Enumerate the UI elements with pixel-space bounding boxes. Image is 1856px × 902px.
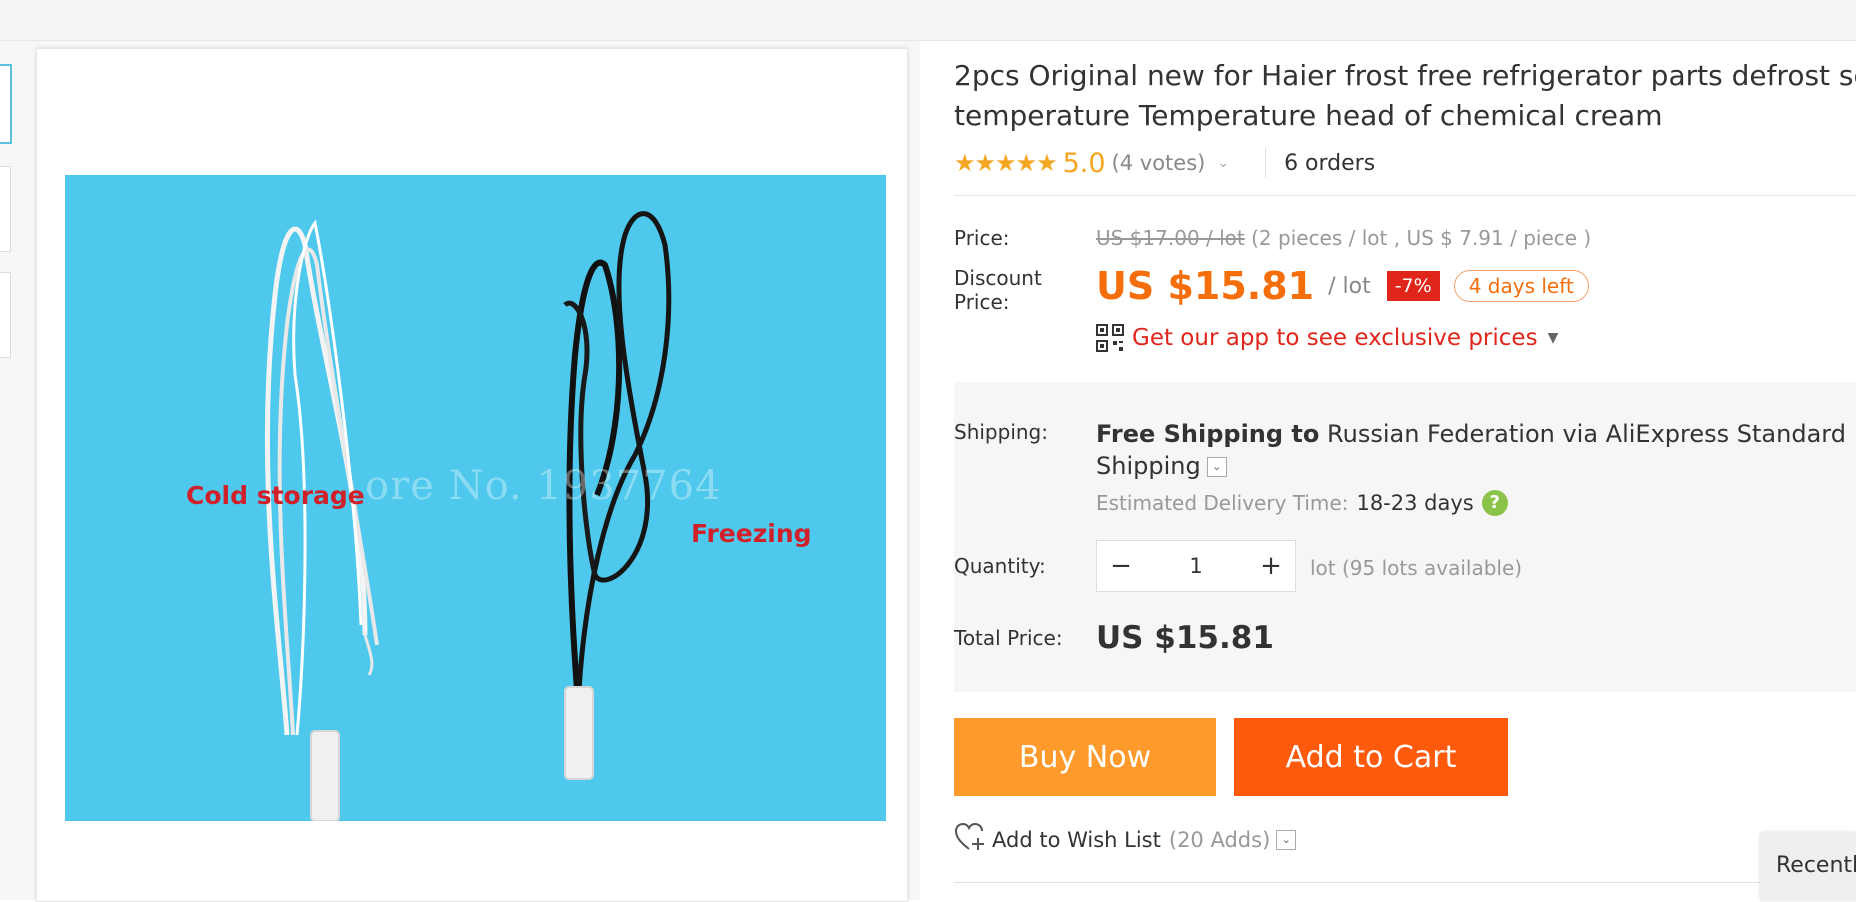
label-freezing: Freezing — [691, 519, 812, 548]
price-label: Price: — [954, 226, 1010, 250]
divider — [954, 195, 1856, 196]
quantity-stepper: − 1 + — [1096, 540, 1296, 592]
quantity-availability: lot (95 lots available) — [1310, 556, 1523, 580]
title-line-2: temperature Temperature head of chemical… — [954, 99, 1663, 132]
total-price-label: Total Price: — [954, 626, 1063, 650]
original-price: US $17.00 / lot (2 pieces / lot , US $ 7… — [1096, 226, 1591, 250]
star-rating-icon: ★★★★★ — [954, 149, 1058, 177]
help-icon[interactable]: ? — [1481, 490, 1508, 516]
estimated-delivery: Estimated Delivery Time: 18-23 days ? — [1096, 490, 1508, 516]
discount-price-label: Discount Price: — [954, 266, 1042, 314]
votes-link[interactable]: (4 votes) — [1112, 151, 1206, 175]
app-promo[interactable]: Get our app to see exclusive prices ▼ — [1096, 324, 1558, 352]
shipping-info: Free Shipping to Russian Federation via … — [1096, 418, 1856, 482]
quantity-plus-button[interactable]: + — [1247, 551, 1295, 581]
wish-adds-count: (20 Adds) — [1168, 827, 1271, 852]
discount-label-line-2: Price: — [954, 290, 1010, 314]
free-shipping-text: Free Shipping to — [1096, 420, 1320, 448]
qr-code-icon — [1096, 324, 1124, 352]
buy-now-button[interactable]: Buy Now — [954, 718, 1216, 796]
caret-down-icon[interactable]: ▼ — [1548, 330, 1559, 346]
product-info-panel: 2pcs Original new for Haier frost free r… — [954, 0, 1856, 900]
shipping-dropdown-icon[interactable]: ⌄ — [1206, 457, 1227, 477]
quantity-minus-button[interactable]: − — [1097, 551, 1145, 581]
discount-price-row: US $15.81 / lot -7% 4 days left — [1096, 264, 1589, 308]
divider — [1265, 148, 1267, 178]
title-line-1: 2pcs Original new for Haier frost free r… — [954, 59, 1856, 92]
total-price: US $15.81 — [1096, 620, 1274, 656]
photo-watermark: ore No. 1937764 — [365, 463, 722, 509]
main-image-card: ore No. 1937764 Cold storage Freezing — [36, 48, 908, 902]
original-price-value: US $17.00 / lot — [1096, 226, 1245, 250]
chevron-down-icon[interactable]: ⌄ — [1217, 155, 1229, 171]
wish-list-link[interactable]: Add to Wish List — [992, 828, 1161, 852]
estimated-delivery-days: 18-23 days — [1356, 491, 1474, 515]
heart-plus-icon[interactable] — [954, 822, 986, 857]
wish-list-row[interactable]: Add to Wish List (20 Adds) ⌄ — [954, 822, 1297, 857]
recently-viewed-tab[interactable]: Recently Viewed — [1760, 832, 1856, 900]
app-promo-text[interactable]: Get our app to see exclusive prices — [1132, 325, 1538, 351]
quantity-label: Quantity: — [954, 554, 1046, 578]
thumbnail-1[interactable] — [0, 64, 12, 144]
discount-badge: -7% — [1386, 271, 1440, 301]
original-price-detail: (2 pieces / lot , US $ 7.91 / piece ) — [1244, 226, 1592, 250]
shipping-label: Shipping: — [954, 420, 1048, 444]
thumbnail-3[interactable] — [0, 272, 11, 358]
divider — [954, 882, 1856, 883]
quantity-input[interactable]: 1 — [1145, 554, 1247, 578]
product-photo[interactable]: ore No. 1937764 Cold storage Freezing — [65, 175, 886, 821]
label-cold-storage: Cold storage — [186, 481, 365, 510]
discount-label-line-1: Discount — [954, 266, 1042, 290]
product-title: 2pcs Original new for Haier frost free r… — [954, 56, 1856, 136]
price-unit: / lot — [1328, 273, 1371, 299]
estimated-delivery-label: Estimated Delivery Time: — [1096, 491, 1349, 515]
discount-price: US $15.81 — [1096, 264, 1315, 308]
rating-row: ★★★★★ 5.0 (4 votes) ⌄ 6 orders — [954, 143, 1375, 183]
orders-count: 6 orders — [1284, 150, 1376, 176]
add-to-cart-button[interactable]: Add to Cart — [1234, 718, 1508, 796]
rating-score: 5.0 — [1062, 147, 1106, 179]
wish-dropdown-icon[interactable]: ⌄ — [1276, 829, 1297, 850]
thumbnail-2[interactable] — [0, 166, 11, 252]
days-left-badge: 4 days left — [1453, 270, 1589, 302]
